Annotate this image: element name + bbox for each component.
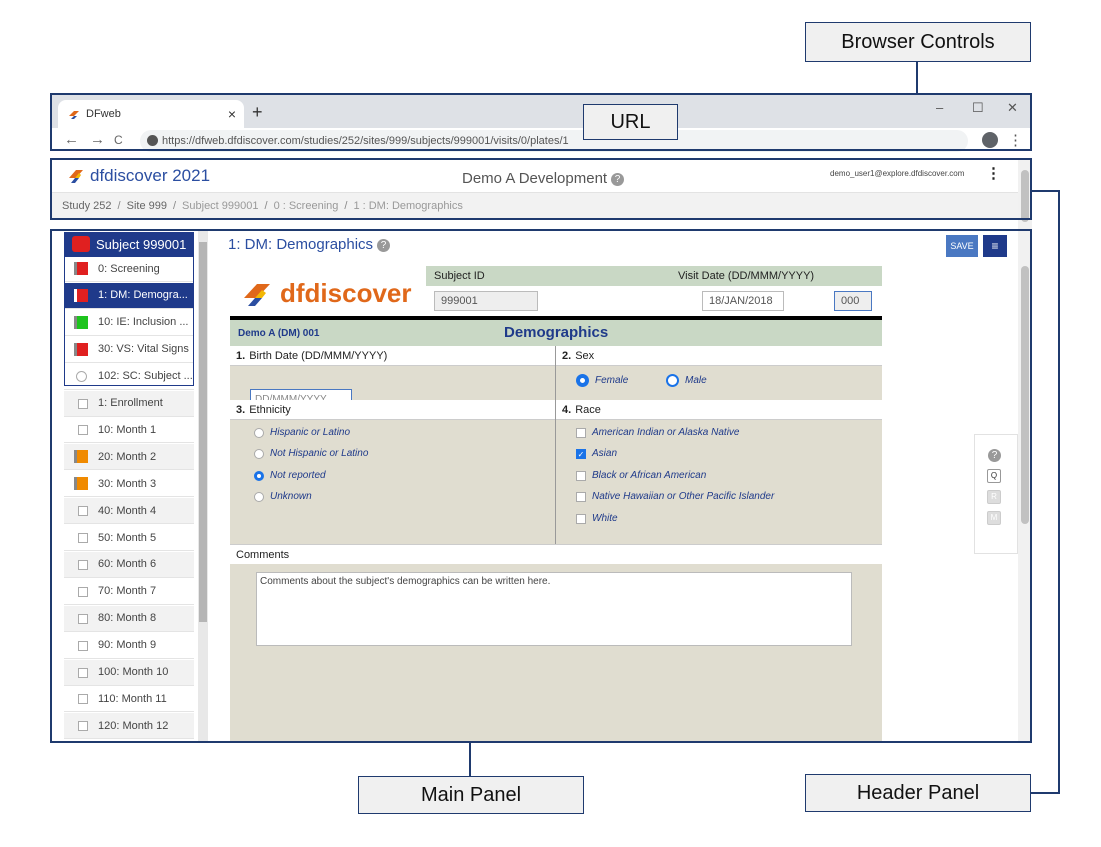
header-panel-frame bbox=[50, 158, 1032, 220]
header-panel-label: Header Panel bbox=[856, 781, 980, 804]
header-panel-connector-v bbox=[1058, 190, 1060, 794]
main-panel-label: Main Panel bbox=[420, 783, 522, 806]
browser-controls-connector bbox=[916, 62, 918, 94]
browser-controls-frame bbox=[50, 93, 1032, 151]
main-panel-callout: Main Panel bbox=[358, 776, 584, 814]
header-panel-callout: Header Panel bbox=[805, 774, 1031, 812]
browser-controls-label: Browser Controls bbox=[841, 30, 995, 53]
url-label: URL bbox=[610, 110, 651, 133]
header-panel-connector-h1 bbox=[1031, 190, 1059, 192]
browser-controls-callout: Browser Controls bbox=[805, 22, 1031, 62]
main-panel-connector bbox=[469, 742, 471, 776]
url-callout: URL bbox=[583, 104, 678, 140]
header-panel-connector-h2 bbox=[1031, 792, 1059, 794]
main-panel-frame bbox=[50, 229, 1032, 743]
